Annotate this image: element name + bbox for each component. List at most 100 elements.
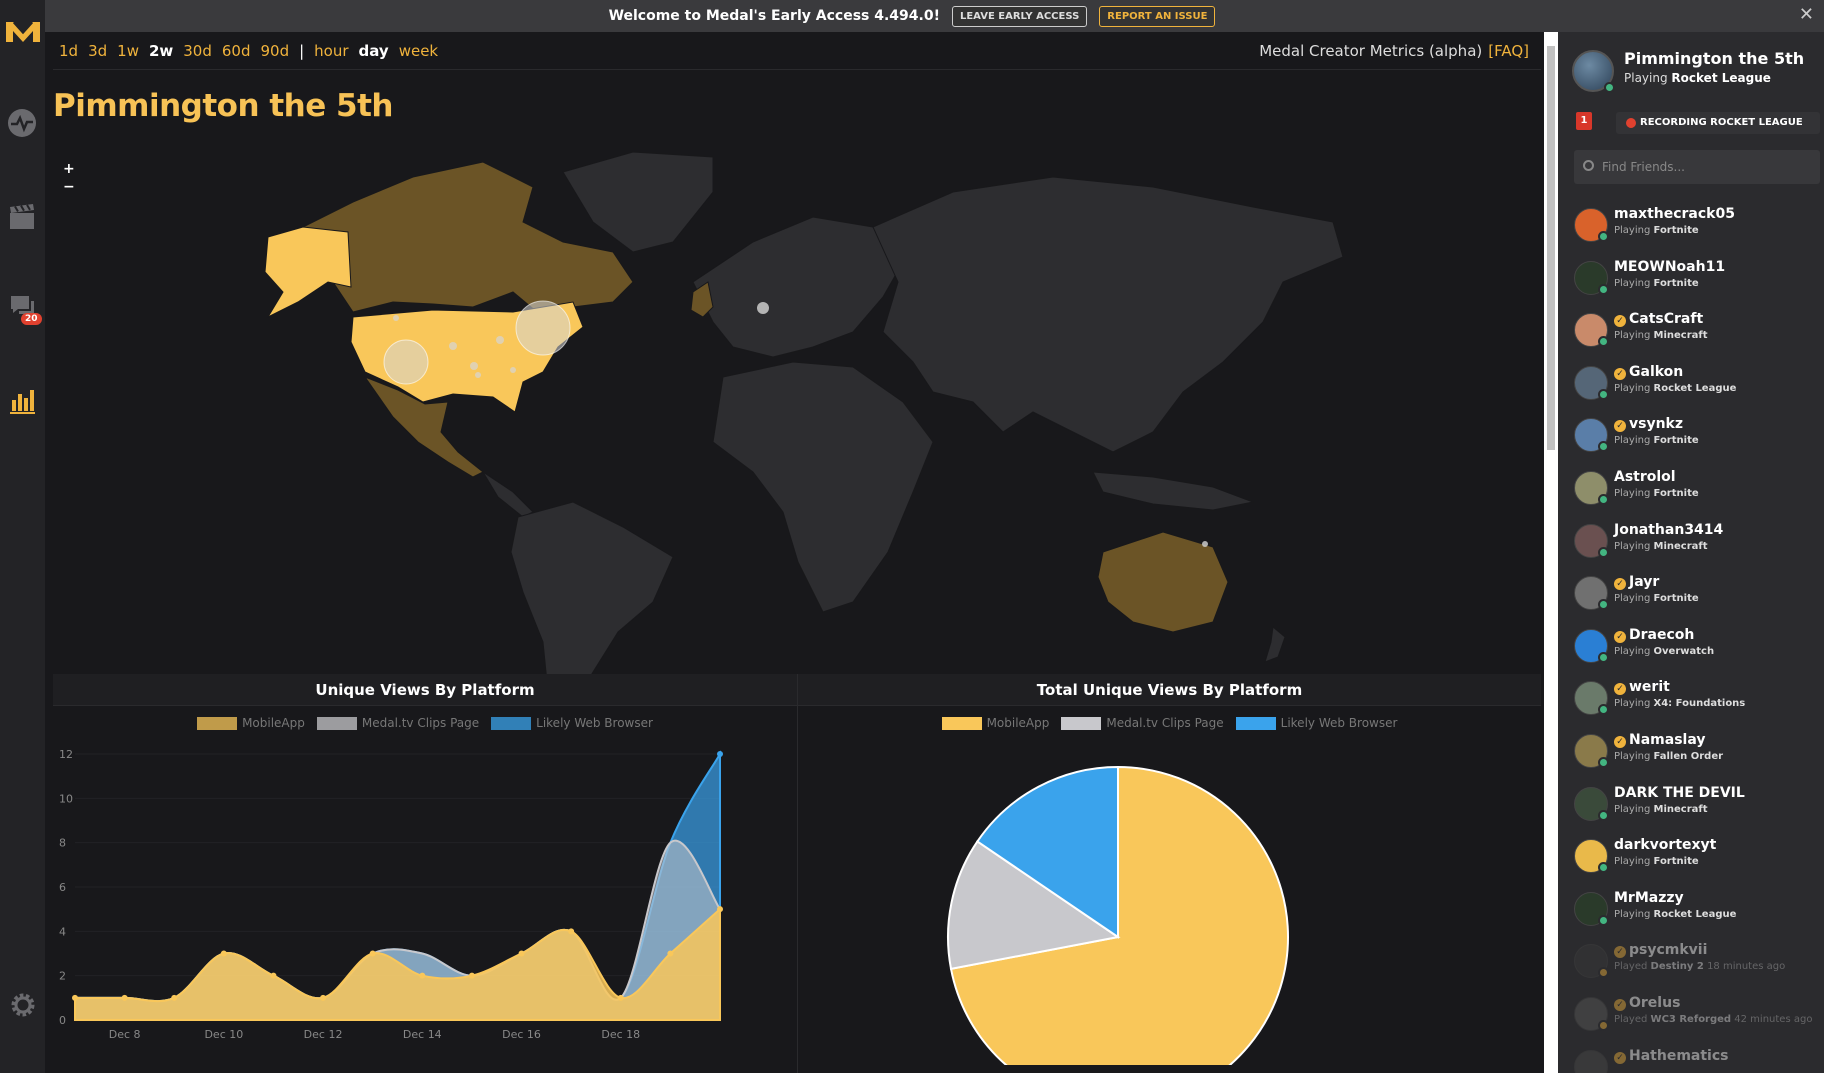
pie-legend-item[interactable]: MobileApp bbox=[941, 716, 1049, 730]
range-90d[interactable]: 90d bbox=[260, 42, 289, 60]
area-point[interactable] bbox=[667, 950, 674, 957]
recording-status[interactable]: RECORDING ROCKET LEAGUE bbox=[1616, 112, 1820, 134]
area-point[interactable] bbox=[717, 751, 723, 757]
total-views-pie-chart[interactable] bbox=[798, 730, 1541, 1073]
friend-list-item[interactable]: ✓ Orelus Played WC3 Reforged 42 minutes ag… bbox=[1558, 989, 1824, 1042]
area-point[interactable] bbox=[72, 994, 78, 1001]
area-point[interactable] bbox=[419, 972, 426, 979]
area-point[interactable] bbox=[617, 994, 624, 1001]
range-30d[interactable]: 30d bbox=[183, 42, 212, 60]
map-africa[interactable] bbox=[712, 361, 934, 613]
map-bubble-west-coast[interactable] bbox=[383, 339, 429, 385]
map-bubble-1[interactable] bbox=[449, 342, 457, 350]
leave-early-access-button[interactable]: LEAVE EARLY ACCESS bbox=[951, 5, 1088, 27]
friend-list-item[interactable]: ✓ Galkon Playing Rocket League bbox=[1558, 358, 1824, 411]
map-bubble-uk[interactable] bbox=[757, 302, 769, 314]
area-point[interactable] bbox=[171, 994, 178, 1001]
friend-name-text: Jayr bbox=[1629, 574, 1660, 591]
map-bubble-5[interactable] bbox=[510, 367, 516, 373]
area-point[interactable] bbox=[568, 928, 575, 935]
friend-avatar[interactable] bbox=[1574, 1049, 1608, 1073]
friend-list-item[interactable]: Astrolol Playing Fortnite bbox=[1558, 463, 1824, 516]
friend-list-item[interactable]: maxthecrack05 Playing Fortnite bbox=[1558, 200, 1824, 253]
friend-list-item[interactable]: ✓ Namaslay Playing Fallen Order bbox=[1558, 726, 1824, 779]
friend-list-item[interactable]: DARK THE DEVIL Playing Minecraft bbox=[1558, 779, 1824, 832]
map-bubble-6[interactable] bbox=[393, 315, 399, 321]
area-legend-item[interactable]: Medal.tv Clips Page bbox=[316, 716, 479, 730]
friend-list-item[interactable]: ✓ Hathematics bbox=[1558, 1042, 1824, 1073]
map-alaska[interactable] bbox=[264, 226, 352, 319]
map-bubble-east-coast[interactable] bbox=[515, 300, 571, 356]
map-bubble-4[interactable] bbox=[475, 372, 481, 378]
map-bubble-3[interactable] bbox=[470, 362, 478, 370]
find-friends-field[interactable]: Find Friends... bbox=[1574, 150, 1820, 184]
friend-activity-prefix: Played bbox=[1614, 1013, 1648, 1025]
close-banner-icon[interactable]: ✕ bbox=[1799, 4, 1814, 25]
friend-status-dot bbox=[1598, 809, 1609, 821]
friend-list-item[interactable]: ✓ Jayr Playing Fortnite bbox=[1558, 568, 1824, 621]
range-1w[interactable]: 1w bbox=[117, 42, 139, 60]
map-bubble-2[interactable] bbox=[496, 336, 504, 344]
area-point[interactable] bbox=[270, 972, 277, 979]
map-asia[interactable] bbox=[872, 176, 1344, 453]
granularity-day[interactable]: day bbox=[359, 42, 389, 60]
range-2w[interactable]: 2w bbox=[149, 42, 173, 60]
friend-name: ✓ Galkon bbox=[1614, 364, 1683, 380]
map-central-america[interactable] bbox=[482, 471, 534, 518]
pie-legend-item[interactable]: Medal.tv Clips Page bbox=[1061, 716, 1224, 730]
granularity-week[interactable]: week bbox=[399, 42, 438, 60]
map-zoom-in-button[interactable]: + bbox=[63, 160, 75, 178]
area-point[interactable] bbox=[518, 950, 525, 957]
friend-status-dot bbox=[1598, 756, 1609, 768]
friend-list-item[interactable]: MrMazzy Playing Rocket League bbox=[1558, 884, 1824, 937]
gear-icon[interactable] bbox=[8, 990, 38, 1020]
medal-logo-icon[interactable] bbox=[4, 18, 42, 46]
profile-name: Pimmington the 5th bbox=[1624, 49, 1805, 68]
area-point[interactable] bbox=[468, 972, 475, 979]
area-series-0[interactable] bbox=[74, 906, 721, 1021]
friend-name: Astrolol bbox=[1614, 469, 1676, 485]
scrollbar-thumb[interactable] bbox=[1547, 46, 1555, 450]
main-scrollbar[interactable] bbox=[1544, 32, 1558, 1073]
friend-list-item[interactable]: ✓ Draecoh Playing Overwatch bbox=[1558, 621, 1824, 674]
bar-chart-icon[interactable] bbox=[7, 385, 37, 415]
area-legend-item[interactable]: MobileApp bbox=[197, 716, 305, 730]
faq-link[interactable]: [FAQ] bbox=[1488, 42, 1529, 60]
map-bubble-7[interactable] bbox=[1202, 541, 1208, 547]
area-legend-item[interactable]: Likely Web Browser bbox=[491, 716, 653, 730]
clapperboard-icon[interactable] bbox=[7, 202, 37, 232]
map-europe[interactable] bbox=[692, 216, 904, 358]
map-greenland[interactable] bbox=[562, 151, 714, 253]
report-issue-button[interactable]: REPORT AN ISSUE bbox=[1099, 5, 1216, 27]
friend-list-item[interactable]: darkvortexyt Playing Fortnite bbox=[1558, 831, 1824, 884]
area-point[interactable] bbox=[220, 950, 227, 957]
area-point[interactable] bbox=[121, 994, 128, 1001]
friend-list-item[interactable]: Jonathan3414 Playing Minecraft bbox=[1558, 516, 1824, 569]
world-map-svg[interactable] bbox=[53, 132, 1541, 707]
world-map[interactable] bbox=[53, 132, 1541, 707]
friend-list-item[interactable]: ✓ werit Playing X4: Foundations bbox=[1558, 673, 1824, 726]
area-point[interactable] bbox=[717, 906, 723, 913]
friend-game: Fortnite bbox=[1653, 435, 1699, 447]
friend-activity: Playing Rocket League bbox=[1614, 383, 1736, 394]
pie-legend-item[interactable]: Likely Web Browser bbox=[1235, 716, 1397, 730]
friend-list-item[interactable]: ✓ CatsCraft Playing Minecraft bbox=[1558, 305, 1824, 358]
friend-list-item[interactable]: MEOWNoah11 Playing Fortnite bbox=[1558, 253, 1824, 306]
notification-count[interactable]: 1 bbox=[1576, 112, 1592, 130]
friend-list-item[interactable]: ✓ vsynkz Playing Fortnite bbox=[1558, 410, 1824, 463]
range-60d[interactable]: 60d bbox=[222, 42, 251, 60]
granularity-hour[interactable]: hour bbox=[314, 42, 348, 60]
friend-name-text: darkvortexyt bbox=[1614, 837, 1717, 854]
map-australia[interactable] bbox=[1097, 531, 1229, 633]
area-point[interactable] bbox=[320, 994, 327, 1001]
map-zoom-out-button[interactable]: − bbox=[63, 178, 75, 196]
activity-icon[interactable] bbox=[7, 108, 37, 138]
unique-views-area-chart[interactable]: 0 2 4 6 8 10 12 Dec 8 Dec 10 Dec 12 Dec 14 Dec 16 De… bbox=[53, 730, 797, 1065]
range-1d[interactable]: 1d bbox=[59, 42, 78, 60]
area-point[interactable] bbox=[369, 950, 376, 957]
map-new-zealand[interactable] bbox=[1264, 626, 1286, 663]
range-3d[interactable]: 3d bbox=[88, 42, 107, 60]
area-legend-swatch bbox=[197, 717, 238, 730]
map-indonesia[interactable] bbox=[1092, 471, 1255, 511]
friend-list-item[interactable]: ✓ psycmkvii Played Destiny 2 18 minutes ag… bbox=[1558, 936, 1824, 989]
